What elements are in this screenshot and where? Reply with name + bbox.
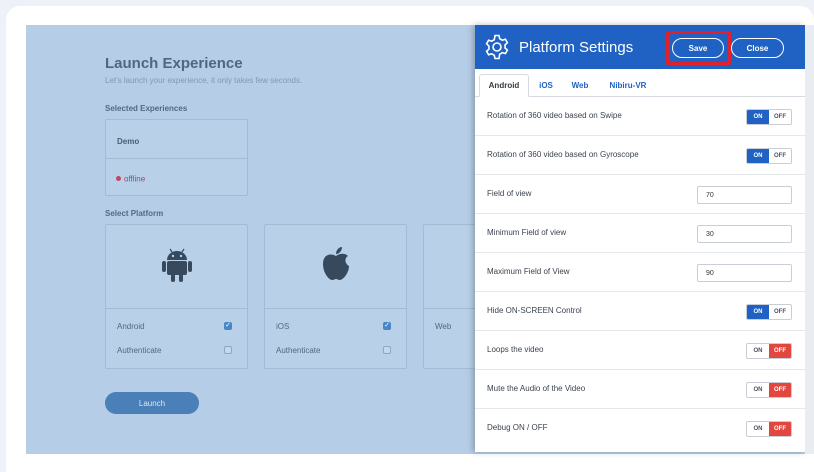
toggle-off[interactable]: OFF [769, 110, 791, 124]
apple-icon [323, 247, 349, 280]
android-checkbox[interactable]: ✓ [224, 322, 232, 330]
setting-label: Mute the Audio of the Video [487, 384, 586, 393]
setting-row: Minimum Field of view [475, 214, 805, 253]
toggle-off[interactable]: OFF [769, 344, 791, 358]
page-title: Launch Experience [105, 55, 243, 72]
swipe-rotation-toggle[interactable]: ON OFF [746, 109, 792, 125]
select-platform-heading: Select Platform [105, 209, 164, 218]
tab-web[interactable]: Web [566, 74, 594, 97]
panel-scrollbar[interactable] [805, 25, 814, 454]
setting-label: Debug ON / OFF [487, 423, 548, 432]
selected-experiences-heading: Selected Experiences [105, 104, 188, 113]
ios-checkbox[interactable]: ✓ [383, 322, 391, 330]
platform-name-web: Web [435, 322, 452, 331]
panel-title: Platform Settings [519, 39, 634, 56]
toggle-on[interactable]: ON [747, 344, 769, 358]
tab-android[interactable]: Android [479, 74, 529, 97]
platform-card-android[interactable]: Android ✓ Authenticate [105, 224, 248, 369]
field-of-view-input[interactable] [697, 186, 792, 204]
loop-video-toggle[interactable]: ON OFF [746, 343, 792, 359]
platform-name-ios: iOS [276, 322, 290, 331]
page-subtitle: Let's launch your experience, it only ta… [105, 76, 303, 85]
android-authenticate-label: Authenticate [117, 346, 162, 355]
toggle-on[interactable]: ON [747, 422, 769, 436]
android-icon [162, 248, 192, 282]
min-field-of-view-input[interactable] [697, 225, 792, 243]
save-button[interactable]: Save [672, 38, 724, 58]
toggle-off[interactable]: OFF [769, 149, 791, 163]
debug-toggle[interactable]: ON OFF [746, 421, 792, 437]
platform-name-android: Android [117, 322, 145, 331]
setting-label: Maximum Field of View [487, 267, 570, 276]
setting-row: Rotation of 360 video based on Swipe ON … [475, 97, 805, 136]
setting-label: Field of view [487, 189, 532, 198]
max-field-of-view-input[interactable] [697, 264, 792, 282]
setting-label: Rotation of 360 video based on Swipe [487, 111, 622, 120]
experience-name: Demo [117, 137, 140, 146]
launch-button[interactable]: Launch [105, 392, 199, 414]
setting-label: Hide ON-SCREEN Control [487, 306, 582, 315]
hide-onscreen-control-toggle[interactable]: ON OFF [746, 304, 792, 320]
status-dot-icon [116, 176, 121, 182]
toggle-on[interactable]: ON [747, 149, 769, 163]
setting-label: Minimum Field of view [487, 228, 567, 237]
toggle-on[interactable]: ON [747, 383, 769, 397]
experience-card[interactable]: Demo offline [105, 119, 248, 196]
platform-settings-panel: Platform Settings Save Close Android iOS… [475, 25, 805, 452]
gyroscope-rotation-toggle[interactable]: ON OFF [746, 148, 792, 164]
tab-ios[interactable]: iOS [533, 74, 559, 97]
experience-status: offline [116, 174, 145, 183]
setting-row: Debug ON / OFF ON OFF [475, 409, 805, 448]
ios-authenticate-label: Authenticate [276, 346, 321, 355]
platform-card-ios[interactable]: iOS ✓ Authenticate [264, 224, 407, 369]
toggle-on[interactable]: ON [747, 110, 769, 124]
setting-row: Hide ON-SCREEN Control ON OFF [475, 292, 805, 331]
setting-label: Rotation of 360 video based on Gyroscope [487, 150, 639, 159]
tab-nibiru-vr[interactable]: Nibiru-VR [601, 74, 655, 97]
setting-row: Mute the Audio of the Video ON OFF [475, 370, 805, 409]
toggle-off[interactable]: OFF [769, 383, 791, 397]
ios-authenticate-checkbox[interactable] [383, 346, 391, 354]
setting-row: Loops the video ON OFF [475, 331, 805, 370]
platform-tabs: Android iOS Web Nibiru-VR [475, 69, 805, 97]
toggle-on[interactable]: ON [747, 305, 769, 319]
close-button[interactable]: Close [731, 38, 784, 58]
android-authenticate-checkbox[interactable] [224, 346, 232, 354]
setting-row: Rotation of 360 video based on Gyroscope… [475, 136, 805, 175]
gear-icon [485, 34, 509, 60]
toggle-off[interactable]: OFF [769, 422, 791, 436]
panel-header: Platform Settings Save Close [475, 25, 805, 69]
toggle-off[interactable]: OFF [769, 305, 791, 319]
setting-label: Loops the video [487, 345, 544, 354]
setting-row: Field of view [475, 175, 805, 214]
mute-audio-toggle[interactable]: ON OFF [746, 382, 792, 398]
setting-row: Maximum Field of View [475, 253, 805, 292]
